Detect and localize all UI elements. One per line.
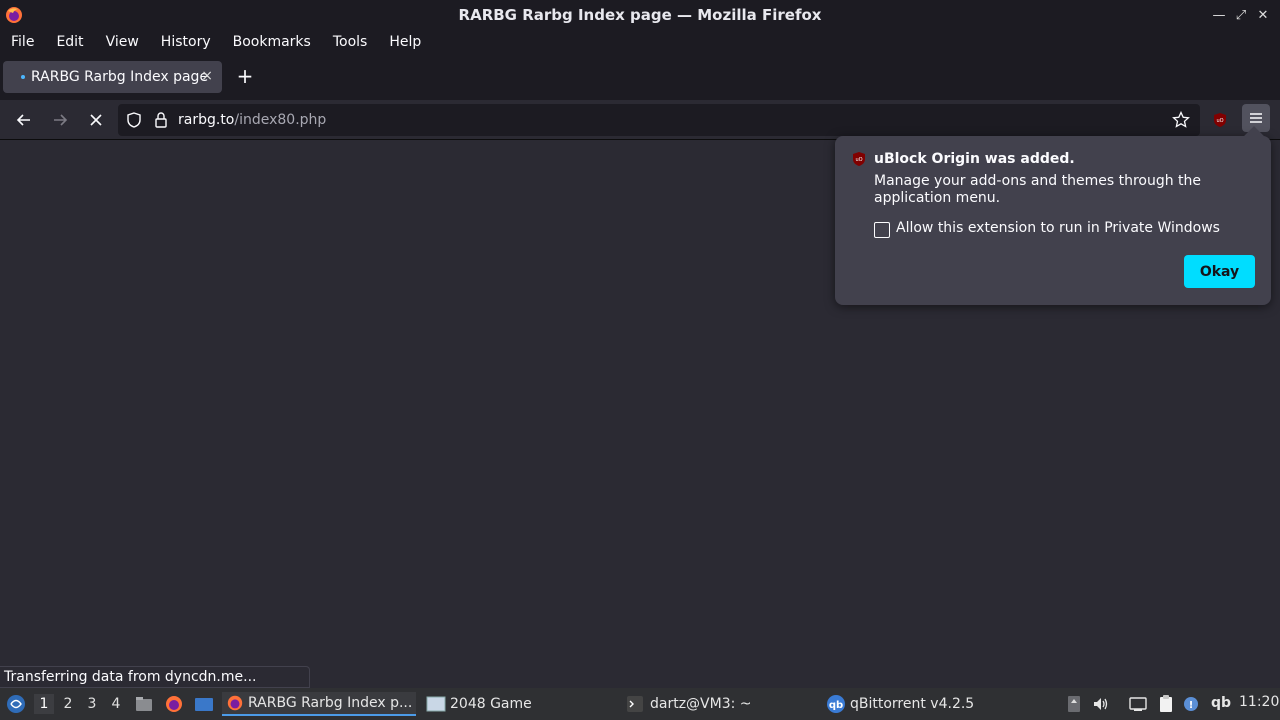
shield-icon[interactable] <box>126 112 142 128</box>
maximize-icon[interactable]: ⤢ <box>1230 6 1252 24</box>
svg-text:qb: qb <box>829 700 843 711</box>
workspace-3[interactable]: 3 <box>82 694 102 714</box>
loading-dot-icon <box>21 75 25 79</box>
app-launcher-icon[interactable] <box>6 694 26 714</box>
close-window-icon[interactable]: ✕ <box>1252 6 1274 24</box>
task-label: 2048 Game <box>450 696 532 712</box>
clock[interactable]: 11:20 <box>1239 694 1279 710</box>
tab-rarbg[interactable]: RARBG Rarbg Index page × <box>3 61 222 93</box>
workspace-4[interactable]: 4 <box>106 694 126 714</box>
window-controls: — ⤢ ✕ <box>1208 6 1274 24</box>
firefox-icon <box>6 7 22 23</box>
window-icon <box>426 696 446 712</box>
menu-history[interactable]: History <box>161 34 211 50</box>
lock-icon[interactable] <box>154 112 168 128</box>
url-bar[interactable]: rarbg.to/index80.php <box>118 104 1200 136</box>
network-icon[interactable] <box>1128 694 1148 714</box>
stop-button[interactable] <box>84 108 108 132</box>
clipboard-icon[interactable] <box>1156 694 1176 714</box>
window-titlebar: RARBG Rarbg Index page — Mozilla Firefox… <box>0 0 1280 30</box>
task-label: dartz@VM3: ~ <box>650 696 752 712</box>
ublock-origin-icon[interactable]: uO <box>1212 112 1228 128</box>
back-button[interactable] <box>12 108 36 132</box>
terminal-icon <box>627 696 643 712</box>
menu-view[interactable]: View <box>106 34 139 50</box>
svg-text:uO: uO <box>1216 118 1223 124</box>
back-arrow-icon <box>16 114 30 126</box>
popup-title: uBlock Origin was added. <box>874 151 1075 167</box>
new-tab-button[interactable]: + <box>234 64 256 88</box>
minimize-icon[interactable]: — <box>1208 6 1230 24</box>
url-host: rarbg.to <box>178 112 235 128</box>
forward-button[interactable] <box>48 108 72 132</box>
addon-installed-popup: uO uBlock Origin was added. Manage your … <box>835 126 1271 305</box>
menu-bookmarks[interactable]: Bookmarks <box>233 34 311 50</box>
url-path: /index80.php <box>234 112 327 128</box>
stop-x-icon <box>90 114 102 126</box>
private-windows-checkbox-label[interactable]: Allow this extension to run in Private W… <box>896 220 1220 236</box>
tab-close-icon[interactable]: × <box>201 68 213 84</box>
task-firefox[interactable]: RARBG Rarbg Index p... <box>222 692 416 716</box>
file-manager-icon[interactable] <box>134 694 154 714</box>
tab-label: RARBG Rarbg Index page <box>31 69 209 85</box>
desktop-icon[interactable] <box>194 694 214 714</box>
svg-text:!: ! <box>1189 700 1194 711</box>
svg-text:uO: uO <box>855 157 862 163</box>
navigation-bar: rarbg.to/index80.php uO <box>0 100 1280 140</box>
taskbar: 1 2 3 4 RARBG Rarbg Index p... 2048 Game… <box>0 688 1280 720</box>
private-windows-checkbox[interactable] <box>874 222 890 238</box>
notification-icon[interactable]: ! <box>1181 694 1201 714</box>
bookmark-star-icon[interactable] <box>1172 111 1190 129</box>
workspace-1[interactable]: 1 <box>34 694 54 714</box>
task-label: RARBG Rarbg Index p... <box>248 695 413 711</box>
tab-strip: RARBG Rarbg Index page × + <box>0 54 1280 100</box>
task-label: qBittorrent v4.2.5 <box>850 696 975 712</box>
menu-edit[interactable]: Edit <box>56 34 83 50</box>
status-panel: Transferring data from dyncdn.me... <box>0 666 310 688</box>
menu-tools[interactable]: Tools <box>333 34 368 50</box>
volume-icon[interactable] <box>1091 694 1111 714</box>
task-2048[interactable]: 2048 Game <box>424 692 614 716</box>
hamburger-icon <box>1250 113 1262 123</box>
firefox-launcher-icon[interactable] <box>164 694 184 714</box>
task-terminal[interactable]: dartz@VM3: ~ <box>624 692 814 716</box>
qbittorrent-icon: qb <box>827 695 845 713</box>
forward-arrow-icon <box>54 114 68 126</box>
menu-help[interactable]: Help <box>389 34 421 50</box>
okay-button[interactable]: Okay <box>1184 255 1255 288</box>
menu-bar: File Edit View History Bookmarks Tools H… <box>0 30 1280 54</box>
ublock-origin-icon: uO <box>853 152 865 166</box>
firefox-icon <box>227 695 243 711</box>
popup-message: Manage your add-ons and themes through t… <box>874 173 1202 206</box>
qbittorrent-tray-icon[interactable]: qb <box>1211 695 1231 711</box>
window-title: RARBG Rarbg Index page — Mozilla Firefox <box>458 6 822 24</box>
workspace-2[interactable]: 2 <box>58 694 78 714</box>
scroll-indicator-icon[interactable] <box>1064 694 1084 714</box>
menu-file[interactable]: File <box>11 34 34 50</box>
task-qbittorrent[interactable]: qb qBittorrent v4.2.5 <box>824 692 1024 716</box>
